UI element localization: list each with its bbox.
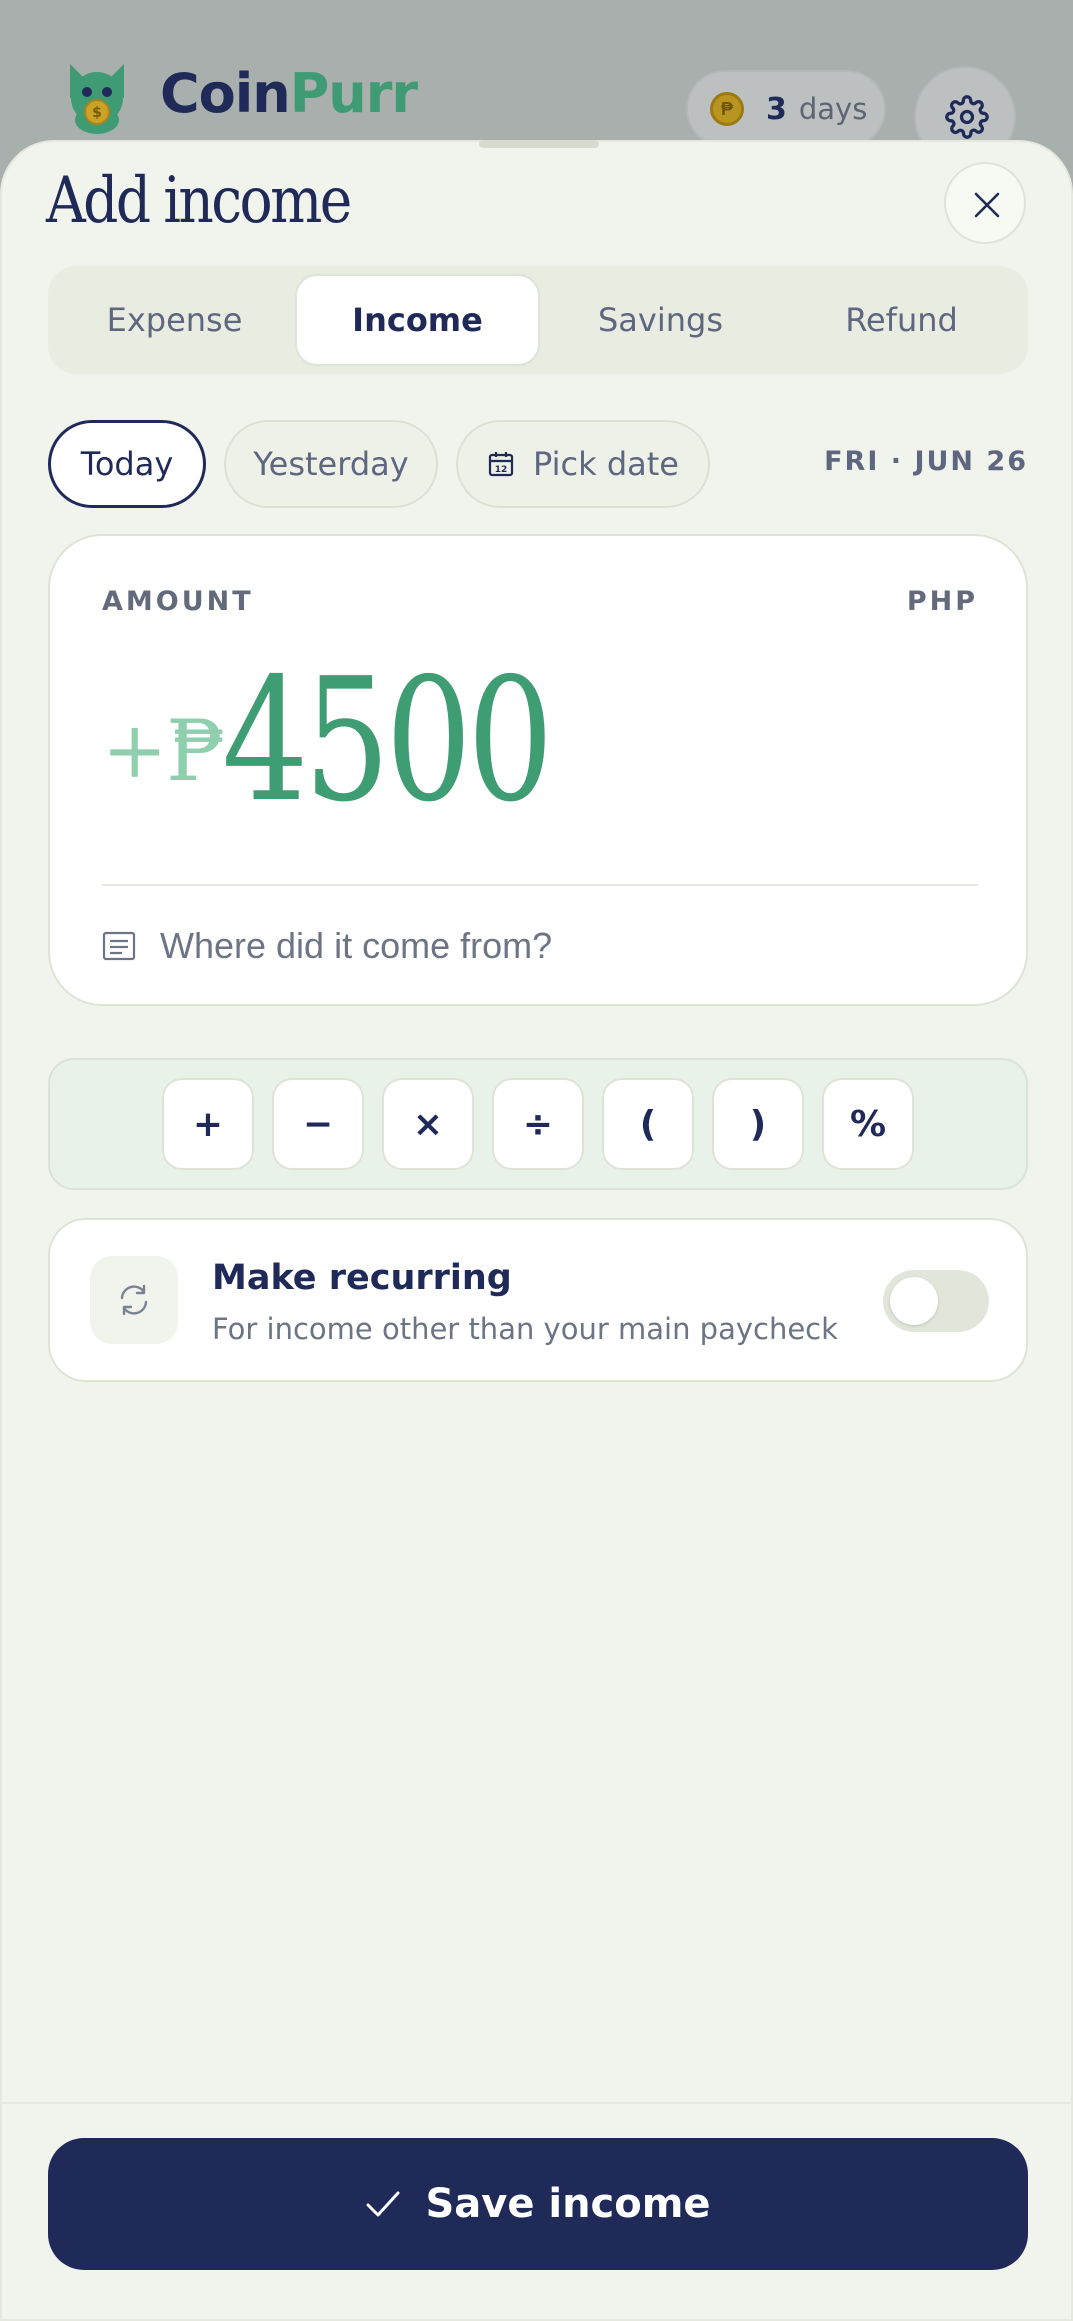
amount-sign: +: [102, 706, 168, 796]
close-icon: [974, 192, 1000, 218]
transaction-type-tabs: Expense Income Savings Refund: [48, 266, 1028, 374]
operator-open-paren-key[interactable]: (: [602, 1078, 694, 1170]
operator-multiply-key[interactable]: ×: [382, 1078, 474, 1170]
svg-text:12: 12: [495, 465, 508, 475]
date-chip-pick[interactable]: 12 Pick date: [456, 420, 710, 508]
brand-name: CoinPurr: [160, 62, 418, 125]
note-input[interactable]: [160, 925, 980, 967]
tab-expense[interactable]: Expense: [54, 274, 295, 366]
recurring-option[interactable]: Make recurring For income other than you…: [48, 1218, 1028, 1382]
peso-symbol: ₱: [166, 702, 226, 800]
streak-count: 3: [766, 91, 787, 127]
amount-label: AMOUNT: [102, 586, 254, 617]
amount-card: AMOUNT PHP + ₱ 4500: [48, 534, 1028, 1006]
gear-icon: [945, 95, 989, 139]
tab-savings[interactable]: Savings: [540, 274, 781, 366]
date-chip-yesterday[interactable]: Yesterday: [224, 420, 438, 508]
close-button[interactable]: [944, 162, 1026, 244]
sheet-title: Add income: [46, 164, 352, 238]
cat-coin-logo: $: [70, 64, 124, 134]
footer-divider: [2, 2102, 1071, 2104]
streak-unit: days: [798, 92, 868, 126]
app-header: $ CoinPurr 3 days: [0, 0, 1073, 168]
operator-close-paren-key[interactable]: ): [712, 1078, 804, 1170]
check-icon: [366, 2191, 400, 2217]
peso-coin-icon: [710, 92, 744, 126]
repeat-icon-box: [90, 1256, 178, 1344]
streak-badge[interactable]: 3 days: [686, 70, 886, 148]
operator-bar: + − × ÷ ( ) %: [48, 1058, 1028, 1190]
recurring-subtitle: For income other than your main paycheck: [212, 1312, 838, 1346]
calendar-icon: 12: [488, 452, 514, 477]
date-chip-today[interactable]: Today: [48, 420, 206, 508]
operator-plus-key[interactable]: +: [162, 1078, 254, 1170]
recurring-title: Make recurring: [212, 1258, 512, 1298]
amount-divider: [102, 884, 978, 886]
selected-date-label: FRI · JUN 26: [824, 446, 1028, 477]
tab-refund[interactable]: Refund: [781, 274, 1022, 366]
svg-text:$: $: [92, 105, 102, 121]
save-income-button[interactable]: Save income: [48, 2138, 1028, 2270]
date-selector: Today Yesterday 12 Pick date FRI · JUN 2…: [48, 420, 1028, 510]
sheet-grabber[interactable]: [479, 140, 599, 148]
operator-minus-key[interactable]: −: [272, 1078, 364, 1170]
note-icon: [102, 931, 136, 961]
recurring-toggle[interactable]: [883, 1270, 989, 1332]
currency-selector[interactable]: PHP: [907, 586, 978, 617]
note-row: [102, 916, 980, 976]
add-income-sheet: Add income Expense Income Savings Refund…: [0, 140, 1073, 2321]
repeat-icon: [120, 1284, 148, 1316]
tab-income[interactable]: Income: [295, 274, 540, 366]
save-button-label: Save income: [425, 2181, 711, 2227]
operator-divide-key[interactable]: ÷: [492, 1078, 584, 1170]
pick-date-label: Pick date: [533, 445, 679, 483]
toggle-knob: [890, 1277, 938, 1325]
operator-percent-key[interactable]: %: [822, 1078, 914, 1170]
amount-value: 4500: [222, 642, 554, 840]
